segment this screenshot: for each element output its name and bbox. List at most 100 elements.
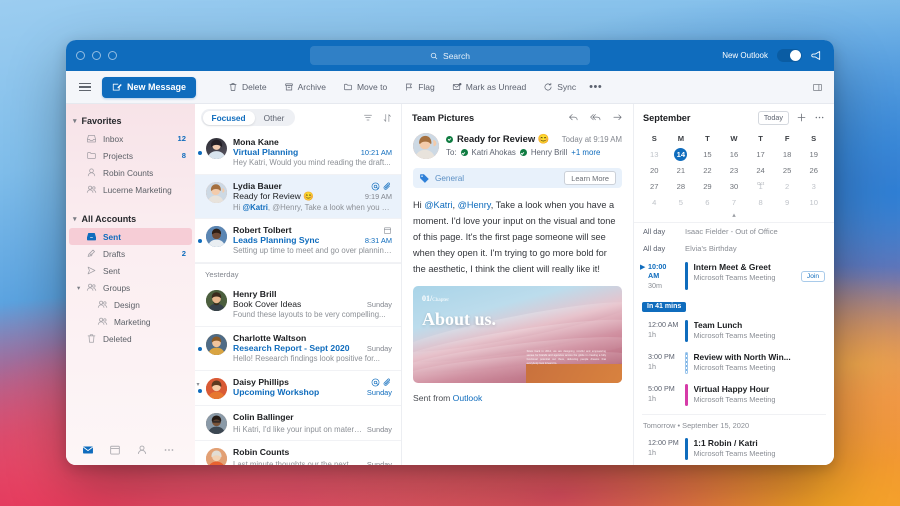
agenda-list[interactable]: All day Isaac Fielder - Out of Office Al…	[634, 222, 834, 465]
sidebar-item-sent-active[interactable]: Sent	[69, 228, 192, 245]
reply-all-icon[interactable]	[590, 112, 601, 123]
reading-pane-toggle-button[interactable]	[812, 82, 823, 93]
today-button[interactable]: Today	[757, 110, 789, 125]
calendar-day[interactable]: 20	[641, 164, 668, 178]
new-outlook-toggle[interactable]	[777, 49, 802, 62]
more-icon[interactable]	[163, 444, 175, 456]
chevron-down-icon[interactable]: ▾	[197, 381, 200, 388]
sidebar-item-drafts[interactable]: Drafts 2	[66, 245, 195, 262]
calendar-day[interactable]: 16	[721, 148, 748, 162]
more-recipients-link[interactable]: +1 more	[571, 148, 600, 157]
agenda-event[interactable]: 1:30 PM 1h 30m All Hands Microsoft Teams…	[642, 465, 826, 466]
sidebar-item-projects[interactable]: Projects 8	[66, 147, 195, 164]
calendar-day[interactable]: 8	[747, 196, 774, 210]
agenda-event[interactable]: 3:00 PM 1h Review with North Win... Micr…	[642, 347, 826, 379]
agenda-all-day-row[interactable]: All day Elvia's Birthday	[642, 240, 826, 257]
recipient-name[interactable]: Katri Ahokas	[472, 148, 516, 157]
list-item[interactable]: Charlotte Waltson Research Report - Sept…	[195, 327, 401, 371]
sidebar-group-all-accounts[interactable]: ▾ All Accounts	[66, 208, 195, 228]
agenda-event[interactable]: 12:00 PM 1h 1:1 Robin / Katri Microsoft …	[642, 433, 826, 465]
people-icon[interactable]	[136, 444, 148, 456]
calendar-day[interactable]: 29	[694, 180, 721, 194]
calendar-day[interactable]: 9	[774, 196, 801, 210]
mark-as-unread-button[interactable]: Mark as Unread	[448, 82, 530, 92]
calendar-day[interactable]: 28	[668, 180, 695, 194]
outlook-link[interactable]: Outlook	[453, 393, 483, 403]
agenda-event[interactable]: 12:00 AM 1h Team Lunch Microsoft Teams M…	[642, 315, 826, 347]
sidebar-item-lucerne-marketing[interactable]: Lucerne Marketing	[66, 181, 195, 198]
learn-more-button[interactable]: Learn More	[564, 171, 616, 185]
archive-button[interactable]: Archive	[280, 82, 330, 92]
move-to-button[interactable]: Move to	[339, 82, 391, 92]
calendar-icon[interactable]	[109, 444, 121, 456]
calendar-day[interactable]: 26	[800, 164, 827, 178]
list-item[interactable]: Robert Tolbert Leads Planning Sync 8:31 …	[195, 219, 401, 263]
calendar-day[interactable]: 2	[774, 180, 801, 194]
sidebar-item-groups[interactable]: ▾ Groups	[66, 279, 195, 296]
calendar-day-month-start[interactable]: Oct 1	[747, 180, 774, 194]
mail-icon[interactable]	[82, 444, 94, 456]
calendar-day[interactable]: 15	[694, 148, 721, 162]
list-item[interactable]: ▾ Daisy Phillips Upcoming Workshop Sunda…	[195, 371, 401, 406]
sidebar-item-deleted[interactable]: Deleted	[66, 330, 195, 347]
calendar-collapse-button[interactable]: ▴	[634, 210, 834, 222]
calendar-day-today[interactable]: 14	[668, 148, 695, 162]
email-hero-image[interactable]: 01/Chapter About us. Since back in 2014,…	[413, 286, 622, 383]
megaphone-icon[interactable]	[811, 49, 824, 62]
calendar-day[interactable]: 22	[694, 164, 721, 178]
tab-other[interactable]: Other	[255, 111, 294, 125]
sort-icon[interactable]	[382, 113, 392, 123]
more-icon[interactable]	[814, 112, 825, 123]
minimize-icon[interactable]	[92, 51, 101, 60]
join-button[interactable]: Join	[800, 270, 825, 282]
sync-button[interactable]: Sync	[539, 82, 580, 92]
message-list-scroll[interactable]: Mona Kane Virtual Planning 10:21 AM Hey …	[195, 131, 401, 465]
calendar-day[interactable]: 27	[641, 180, 668, 194]
list-item[interactable]: Lydia Bauer Ready for Review 😊 9:19 AM H…	[195, 175, 401, 219]
calendar-day[interactable]: 24	[747, 164, 774, 178]
plus-icon[interactable]	[796, 112, 807, 123]
sidebar-item-robin-counts[interactable]: Robin Counts	[66, 164, 195, 181]
calendar-day[interactable]: 13	[641, 148, 668, 162]
maximize-icon[interactable]	[108, 51, 117, 60]
mention-katri[interactable]: @Katri	[424, 200, 452, 210]
list-item[interactable]: Robin Counts Last minute thoughts our th…	[195, 441, 401, 465]
filter-icon[interactable]	[363, 113, 373, 123]
sidebar-item-sent[interactable]: Sent	[66, 262, 195, 279]
sidebar-toggle-icon[interactable]	[77, 81, 93, 94]
flag-button[interactable]: Flag	[400, 82, 439, 92]
search-input[interactable]: Search	[310, 46, 590, 65]
calendar-day[interactable]: 5	[668, 196, 695, 210]
sidebar-item-inbox[interactable]: Inbox 12	[66, 130, 195, 147]
calendar-day[interactable]: 4	[641, 196, 668, 210]
calendar-day[interactable]: 23	[721, 164, 748, 178]
calendar-day[interactable]: 17	[747, 148, 774, 162]
window-controls[interactable]	[76, 51, 117, 60]
calendar-day[interactable]: 6	[694, 196, 721, 210]
calendar-day[interactable]: 7	[721, 196, 748, 210]
calendar-day[interactable]: 18	[774, 148, 801, 162]
calendar-day[interactable]: 3	[800, 180, 827, 194]
calendar-day[interactable]: 19	[800, 148, 827, 162]
new-message-button[interactable]: New Message	[102, 76, 197, 98]
sidebar-item-marketing[interactable]: Marketing	[66, 313, 195, 330]
delete-button[interactable]: Delete	[224, 82, 271, 92]
ribbon-overflow-button[interactable]: •••	[589, 81, 602, 93]
sidebar-group-favorites[interactable]: ▾ Favorites	[66, 110, 195, 130]
calendar-day[interactable]: 25	[774, 164, 801, 178]
agenda-all-day-row[interactable]: All day Isaac Fielder - Out of Office	[642, 223, 826, 240]
sidebar-item-design[interactable]: Design	[66, 296, 195, 313]
forward-icon[interactable]	[612, 112, 623, 123]
calendar-day[interactable]: 21	[668, 164, 695, 178]
calendar-day[interactable]: 30	[721, 180, 748, 194]
list-item[interactable]: Colin Ballinger Hi Katri, I'd like your …	[195, 406, 401, 441]
close-icon[interactable]	[76, 51, 85, 60]
mention-henry[interactable]: @Henry	[458, 200, 491, 210]
list-item[interactable]: Henry Brill Book Cover Ideas Sunday Foun…	[195, 283, 401, 327]
calendar-day[interactable]: 10	[800, 196, 827, 210]
list-item[interactable]: Mona Kane Virtual Planning 10:21 AM Hey …	[195, 131, 401, 175]
agenda-event[interactable]: ▶ 10:00 AM 30m Intern Meet & Greet Micro…	[640, 257, 826, 295]
agenda-event[interactable]: 5:00 PM 1h Virtual Happy Hour Microsoft …	[642, 379, 826, 411]
tab-focused[interactable]: Focused	[202, 110, 255, 125]
reply-icon[interactable]	[568, 112, 579, 123]
